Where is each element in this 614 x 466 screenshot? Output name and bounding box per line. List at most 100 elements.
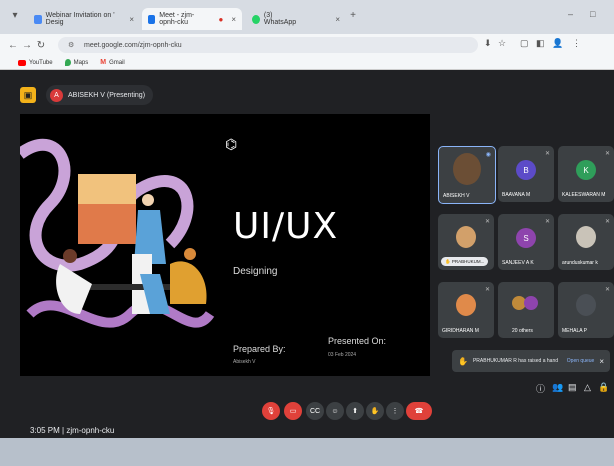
presenter-pill[interactable]: A ABISEKH V (Presenting) [46,85,154,105]
presenter-label: ABISEKH V (Presenting) [68,91,146,99]
captions-button[interactable]: CC [306,402,324,420]
participant-tile[interactable]: 20 others [498,282,554,338]
more-vert-icon: ⋮ [391,408,399,415]
participant-name: MEHALA P [562,328,588,334]
site-info-icon[interactable]: ⚙ [68,41,74,49]
participant-tile[interactable]: ✕ GIRIDHARAN M [438,282,494,338]
bookmark-label: Maps [73,59,89,66]
tab-label: Meet - zjm-opnh-cku [159,12,195,26]
participant-name: BAAVANA M [502,192,531,198]
bookmark-label: YouTube [29,59,53,66]
participant-photo [456,226,476,248]
raised-hand-chip: ✋ PRABHUKUM... [441,257,489,266]
presented-on-date: 03 Feb 2024 [328,352,357,358]
more-options-button[interactable]: ⋮ [386,402,404,420]
participant-name: PRABHUKUM... [451,259,485,264]
url-text: meet.google.com/zjm-opnh-cku [84,41,182,49]
slide-title: UI/UX [233,206,339,247]
mic-off-icon: ✕ [544,219,550,225]
tab-webinar[interactable]: Webinar Invitation on ' Desig × [28,8,140,30]
close-icon[interactable]: × [231,15,236,24]
participant-photo [576,226,596,248]
menu-icon[interactable]: ⋮ [572,38,581,49]
avatar: K [576,160,596,180]
participant-tile[interactable]: B ✕ BAAVANA M [498,146,554,202]
participant-tile[interactable]: ✕ arunduskumar k [558,214,614,270]
chat-icon[interactable]: ▤ [568,382,577,393]
prepared-by-name: Abisekh V [233,359,256,365]
presented-on-label: Presented On: [328,336,387,346]
raise-hand-button[interactable]: ✋ [366,402,384,420]
raised-hand-icon: ✋ [445,258,451,264]
tab-meet[interactable]: Meet - zjm-opnh-cku ● × [142,8,242,30]
bookmark-star-icon[interactable]: ☆ [498,38,506,49]
back-icon[interactable]: ← [6,40,20,51]
sidepanel-icon[interactable]: ◧ [536,38,545,49]
present-button[interactable]: ⬆ [346,402,364,420]
close-icon[interactable]: × [129,15,134,24]
tab-search-icon[interactable]: ▾ [8,10,22,21]
participant-photo [576,294,596,316]
emoji-icon: ☺ [331,407,339,415]
youtube-icon [18,59,26,66]
participant-name: KALEESWARAN M [562,192,606,198]
bookmark-label: Gmail [109,59,125,66]
mic-off-icon: ✕ [604,151,610,157]
slide-subtitle: Designing [233,266,278,277]
prepared-by-label: Prepared By: [233,344,286,354]
captions-icon: CC [309,407,321,415]
participant-name: GIRIDHARAN M [442,328,479,334]
new-tab-icon[interactable]: + [346,10,360,21]
extensions-icon[interactable]: ▢ [520,38,529,49]
maximize-icon[interactable]: □ [590,9,595,19]
avatar [524,296,538,310]
participant-tile[interactable]: ✕ ✋ PRABHUKUM... [438,214,494,270]
bookmark-gmail[interactable]: M Gmail [100,59,125,66]
address-bar[interactable]: ⚙ meet.google.com/zjm-opnh-cku [58,37,478,53]
raised-hand-icon: ✋ [458,356,468,366]
minimize-icon[interactable]: – [568,9,573,19]
reload-icon[interactable]: ↻ [34,40,48,51]
hang-up-icon: ☎ [414,408,424,415]
maps-icon [64,59,71,66]
info-icon[interactable]: ⓘ [536,382,545,395]
mic-toggle-button[interactable]: 🎙 [262,402,280,420]
os-taskbar [0,438,614,466]
participant-tile[interactable]: ✕ MEHALA P [558,282,614,338]
bookmark-maps[interactable]: Maps [64,59,89,66]
profile-icon[interactable]: 👤 [552,38,563,49]
mic-off-icon: ✕ [544,151,550,157]
participant-tile[interactable]: K ✕ KALEESWARAN M [558,146,614,202]
participant-tile[interactable]: ◉ ABISEKH V [438,146,496,204]
presentation-slide: ⌬ UI/UX Designing Prepared By: Abisekh V… [20,114,430,376]
people-icon[interactable]: 👥 [552,382,563,393]
download-icon[interactable]: ⬇ [484,38,492,49]
participant-tile[interactable]: S ✕ SANJEEV A K [498,214,554,270]
mic-off-icon: ✕ [484,219,490,225]
avatar: B [516,160,536,180]
camera-off-icon: ▭ [289,408,297,415]
bookmark-youtube[interactable]: YouTube [18,59,53,66]
present-icon: ⬆ [352,408,358,415]
reactions-button[interactable]: ☺ [326,402,344,420]
notification-text: PRABHUKUMAR R has raised a hand [472,358,559,364]
gmail-icon: M [100,59,107,66]
webinar-favicon-icon [34,14,42,24]
leave-call-button[interactable]: ☎ [406,402,432,420]
mic-off-icon: 🎙 [266,408,276,415]
mic-off-icon: ✕ [604,219,610,225]
raise-hand-icon: ✋ [370,408,380,415]
forward-icon[interactable]: → [20,40,34,51]
camera-toggle-button[interactable]: ▭ [284,402,302,420]
meet-favicon-icon [148,14,156,24]
meeting-time-code: 3:05 PM | zjm-opnh-cku [30,426,115,435]
avatar: S [516,228,536,248]
tab-whatsapp[interactable]: (3) WhatsApp × [246,8,346,30]
open-queue-link[interactable]: Open queue [567,358,595,364]
recording-dot-icon: ● [218,14,224,24]
host-controls-icon[interactable]: 🔒 [598,382,609,393]
close-icon[interactable]: × [599,357,604,366]
close-icon[interactable]: × [335,15,340,24]
slide-logo-icon: ⌬ [225,136,238,152]
activities-icon[interactable]: △ [584,382,591,393]
